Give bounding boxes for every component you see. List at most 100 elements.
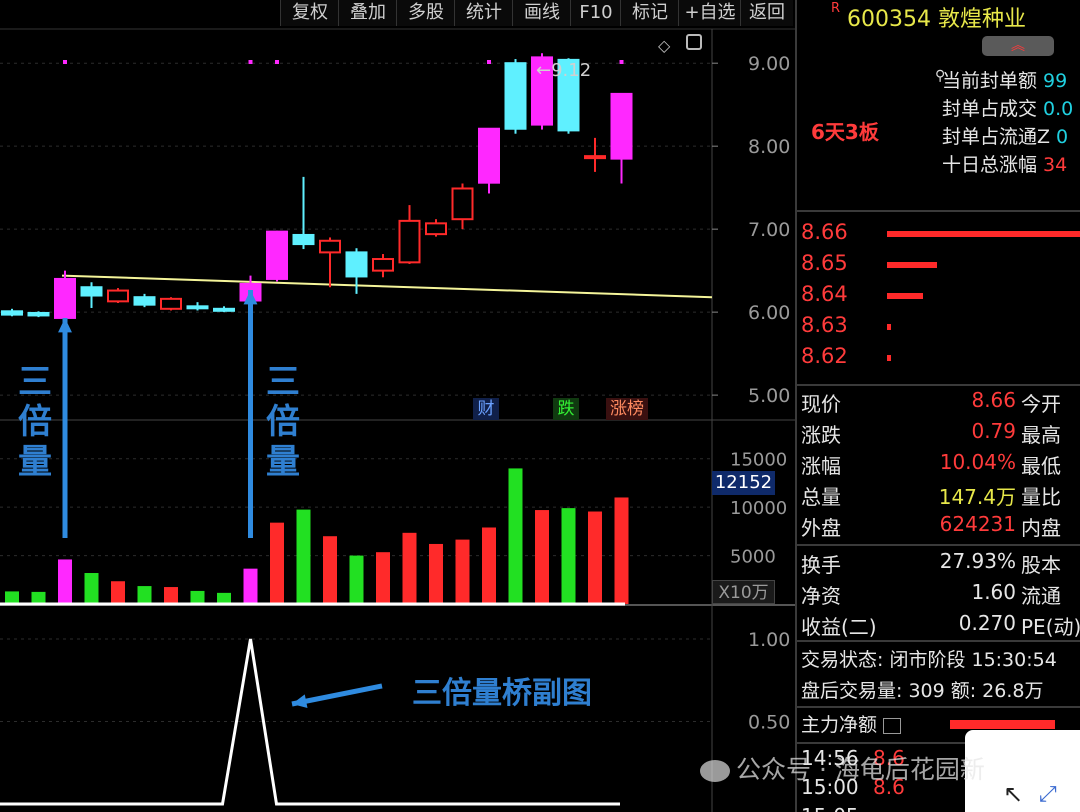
quote-value: 10.04% (939, 450, 1016, 474)
volume-bar (588, 511, 602, 604)
quote-label-2: 内盘 (1021, 516, 1061, 540)
drop-tag[interactable]: 跌 (553, 398, 579, 420)
limit-up-marker (63, 60, 67, 64)
order-book-price: 8.66 (801, 220, 848, 244)
summary-row-1: 封单占成交 0.0 (942, 94, 1073, 121)
list-icon[interactable] (883, 717, 902, 734)
toolbar-button-6[interactable]: 标记 (620, 0, 679, 26)
high-price-label: ←9.12 (536, 60, 592, 81)
gainer-list-tag[interactable]: 涨榜 (606, 398, 648, 420)
main-net-label[interactable]: 主力净额 (801, 710, 902, 737)
summary-row-2: 封单占流通Z 0 (942, 122, 1068, 149)
diamond-icon[interactable]: ◇ (658, 36, 670, 55)
candle-body (1, 310, 23, 316)
toolbar-button-2[interactable]: 多股 (396, 0, 455, 26)
summary-row-0: 当前封单额 99 (942, 66, 1067, 93)
order-book-price: 8.63 (801, 313, 848, 337)
quote-panel: R 600354 敦煌种业 ︽ 6天3板 当前封单额 99 封单占成交 0.0 封单占流… (795, 0, 1080, 812)
kline-chart[interactable]: 9.00 8.00 7.00 6.00 5.00 15000 10000 5000 1.00 0.… (0, 0, 795, 812)
summary-label: 封单占成交 (942, 98, 1038, 120)
volume-axis-label-1: 10000 (730, 498, 787, 519)
main-net-text: 主力净额 (801, 714, 878, 736)
toolbar-button-1[interactable]: 叠加 (338, 0, 397, 26)
volume-bar (243, 568, 258, 604)
trade-status: 交易状态: 闭市阶段 15:30:54 (801, 649, 1057, 671)
price-axis-label-0: 9.00 (748, 53, 790, 75)
volume-bar (190, 590, 205, 604)
toolbar-button-3[interactable]: 统计 (454, 0, 513, 26)
volume-bar (296, 509, 311, 604)
moving-average-line (61, 274, 713, 299)
stock-header[interactable]: R 600354 敦煌种业 (831, 1, 1026, 33)
candle-body (186, 305, 209, 310)
volume-bar (349, 555, 364, 604)
collapse-icon[interactable]: ︽ (982, 36, 1054, 56)
limit-up-marker (248, 60, 253, 64)
quote-value: 8.66 (971, 388, 1016, 412)
volume-bar (270, 522, 284, 604)
candle-body (160, 297, 182, 310)
toolbar-button-8[interactable]: 返回 (740, 0, 793, 26)
order-book-bar (887, 231, 1080, 237)
order-book-bar (887, 293, 923, 299)
candle-body (610, 92, 633, 160)
toolbar-button-7[interactable]: +自选 (678, 0, 741, 26)
volume-bar (429, 543, 443, 604)
candle-body (292, 233, 315, 246)
panel-toggle-icon[interactable] (686, 34, 702, 50)
candle-body (80, 286, 103, 297)
candle-body (107, 289, 129, 303)
streak-label: 6天3板 (811, 120, 879, 144)
order-book-price: 8.62 (801, 344, 848, 368)
quote-label: 外盘 (801, 516, 841, 540)
candle-body (372, 258, 394, 272)
toolbar-button-4[interactable]: 画线 (512, 0, 571, 26)
quote-value: 27.93% (939, 549, 1016, 573)
rating-badge: R (831, 1, 841, 16)
candle-body (478, 127, 500, 184)
price-axis-label-2: 7.00 (748, 219, 790, 241)
volume-axis-label-0: 15000 (730, 450, 787, 471)
candle-body (398, 219, 421, 264)
candle-body (54, 277, 76, 319)
chart-area[interactable]: 9.00 8.00 7.00 6.00 5.00 15000 10000 5000 1.00 0.… (0, 0, 795, 812)
summary-value: 0.0 (1043, 98, 1074, 120)
candle-body (213, 307, 235, 312)
summary-value: 0 (1056, 126, 1069, 148)
quote-label: 现价 (801, 392, 841, 416)
volume-bar (561, 508, 576, 604)
quote-value: 147.4万 (938, 485, 1016, 509)
quote-label-2: 流通 (1021, 584, 1061, 608)
wechat-icon (700, 760, 730, 782)
candle-body (319, 239, 341, 254)
order-book-price: 8.64 (801, 282, 848, 306)
volume-bar (482, 527, 496, 604)
watermark: 公众号 · 海龟后花园新 (700, 750, 985, 786)
volume-bar (217, 592, 231, 604)
toolbar-button-0[interactable]: 复权 (280, 0, 339, 26)
volume-axis-label-2: 5000 (730, 547, 776, 568)
quote-label-2: 股本 (1021, 553, 1061, 577)
volume-bar (455, 539, 470, 604)
quote-label-2: 最低 (1021, 454, 1061, 478)
candle-body (504, 62, 527, 130)
watermark-text: 公众号 · 海龟后花园新 (736, 755, 985, 784)
volume-bar (535, 510, 549, 604)
cursor-icon: ↖ (1003, 780, 1024, 808)
price-axis-label-4: 5.00 (748, 385, 790, 407)
volume-bar (402, 532, 417, 604)
volume-badge: 12152 (712, 471, 775, 495)
limit-up-marker (275, 60, 279, 64)
toolbar-button-5[interactable]: F10 (570, 0, 621, 26)
finance-tag[interactable]: 财 (473, 398, 499, 420)
pin-icon: ⚲ (935, 68, 946, 84)
indicator-axis-label-0: 1.00 (748, 629, 790, 651)
price-axis-label-3: 6.00 (748, 302, 790, 324)
arrow-left-head (58, 318, 72, 333)
quote-label-2: PE(动) (1021, 615, 1080, 639)
quote-label: 换手 (801, 553, 841, 577)
stock-code: 600354 (847, 7, 932, 32)
volume-bar (111, 581, 125, 604)
expand-icon[interactable]: ⤢ (1039, 782, 1057, 807)
summary-value: 99 (1043, 70, 1068, 92)
